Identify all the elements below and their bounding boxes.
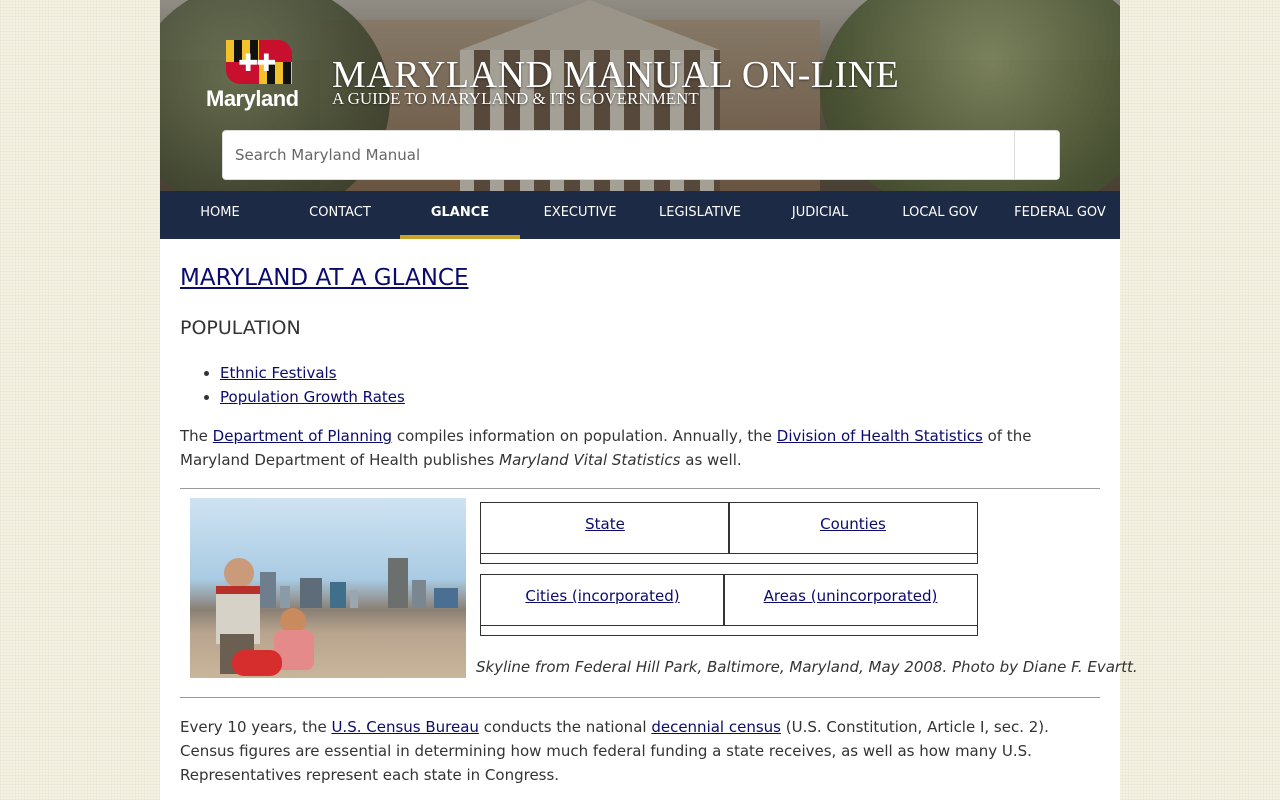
family-figures [210,558,320,678]
site-subtitle: A GUIDE TO MARYLAND & ITS GOVERNMENT [332,89,699,108]
page: ✚✚ Maryland MARYLAND MANUAL ON-LINE A GU… [160,0,1138,800]
nav-executive[interactable]: EXECUTIVE [520,191,640,239]
page-title-link[interactable]: MARYLAND AT A GLANCE [180,265,469,291]
photo-caption: Skyline from Federal Hill Park, Baltimor… [476,658,1138,676]
skyline-photo [190,498,466,678]
population-links: Ethnic Festivals Population Growth Rates [180,361,405,409]
intro-paragraph: The Department of Planning compiles info… [180,424,1080,472]
us-census-bureau-link[interactable]: U.S. Census Bureau [331,718,478,736]
nav-glance[interactable]: GLANCE [400,191,520,239]
text: compiles information on population. Annu… [392,427,777,445]
nav-legislative[interactable]: LEGISLATIVE [640,191,760,239]
table-spacer [480,553,978,564]
section-heading: POPULATION [180,317,301,339]
text: The [180,427,213,445]
list-item: Ethnic Festivals [220,361,405,385]
state-link[interactable]: State [585,515,625,533]
nav-contact[interactable]: CONTACT [280,191,400,239]
list-item: Population Growth Rates [220,385,405,409]
maryland-flag-icon: ✚✚ [226,40,292,84]
table-cell: Counties [728,502,978,554]
nav-home[interactable]: HOME [160,191,280,239]
population-growth-rates-link[interactable]: Population Growth Rates [220,388,405,406]
text: Every 10 years, the [180,718,332,736]
table-cell: State [480,502,730,554]
decennial-census-link[interactable]: decennial census [651,718,781,736]
text: as well. [680,451,742,469]
census-paragraph: Every 10 years, the U.S. Census Bureau c… [180,715,1090,787]
department-of-planning-link[interactable]: Department of Planning [213,427,392,445]
publication-title: Maryland Vital Statistics [499,451,681,469]
table-cell: Cities (incorporated) [480,574,725,626]
search-box [222,130,1060,180]
ethnic-festivals-link[interactable]: Ethnic Festivals [220,364,337,382]
divider [180,488,1100,489]
areas-unincorporated-link[interactable]: Areas (unincorporated) [764,587,938,605]
nav-federal-gov[interactable]: FEDERAL GOV [1000,191,1120,239]
logo-text: Maryland [206,86,299,111]
table-cell: Areas (unincorporated) [723,574,978,626]
main-nav: HOME CONTACT GLANCE EXECUTIVE LEGISLATIV… [160,191,1120,239]
nav-local-gov[interactable]: LOCAL GOV [880,191,1000,239]
search-button[interactable] [1014,131,1059,179]
maryland-logo[interactable]: ✚✚ Maryland [206,40,316,112]
header-banner: ✚✚ Maryland MARYLAND MANUAL ON-LINE A GU… [160,0,1120,191]
cities-incorporated-link[interactable]: Cities (incorporated) [525,587,679,605]
page-title: MARYLAND AT A GLANCE [180,265,469,291]
counties-link[interactable]: Counties [820,515,886,533]
text: conducts the national [478,718,652,736]
division-of-health-statistics-link[interactable]: Division of Health Statistics [777,427,983,445]
search-input[interactable] [223,131,1013,179]
table-spacer [480,625,978,636]
nav-judicial[interactable]: JUDICIAL [760,191,880,239]
divider [180,697,1100,698]
